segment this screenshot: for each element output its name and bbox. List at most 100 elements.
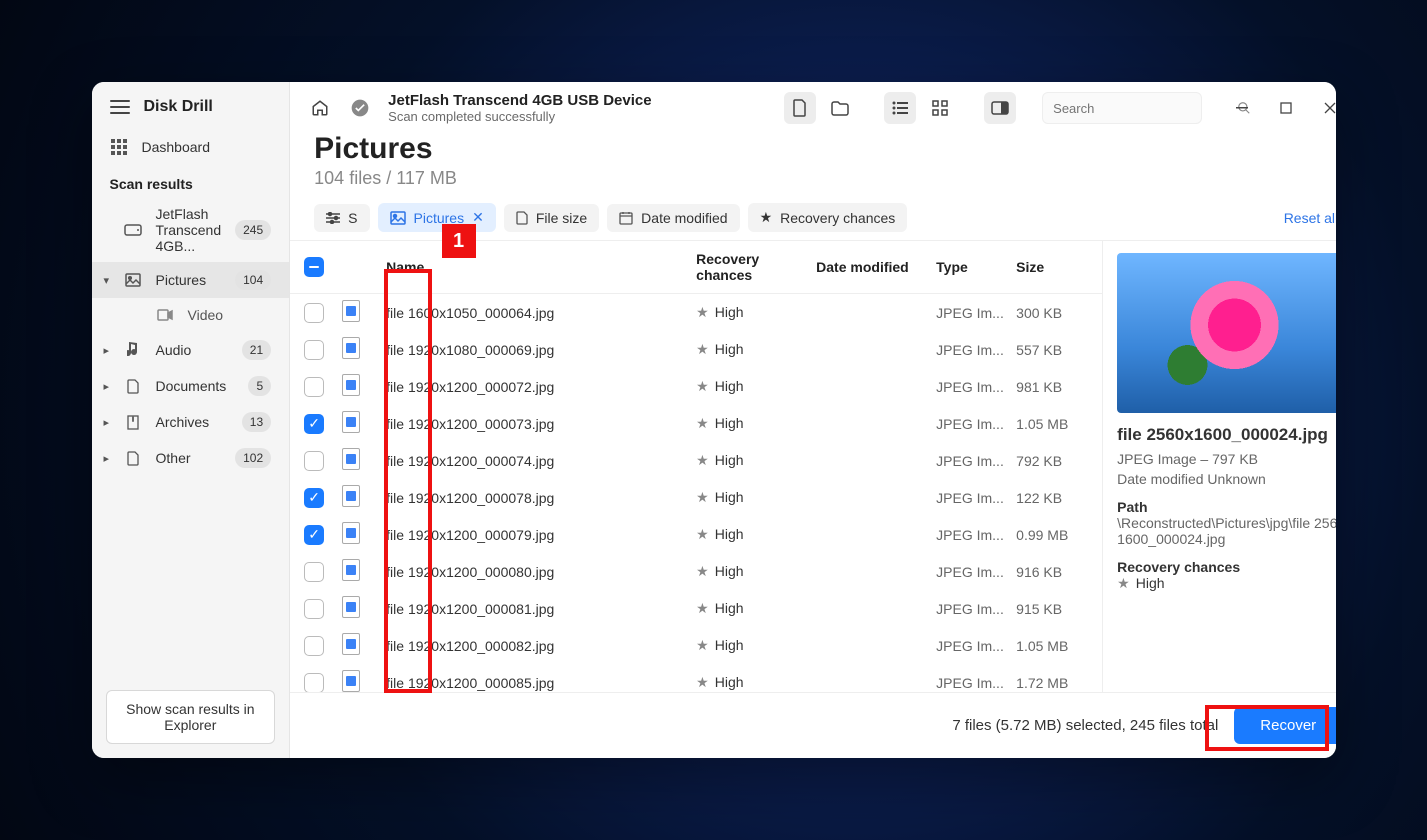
search-box[interactable]: [1042, 92, 1202, 124]
reset-all-link[interactable]: Reset all: [1284, 210, 1336, 226]
row-checkbox[interactable]: [304, 562, 324, 582]
cell-recovery: ★High: [692, 600, 812, 617]
table-row[interactable]: file 1920x1200_000081.jpg★HighJPEG Im...…: [290, 590, 1102, 627]
table-row[interactable]: file 1920x1200_000082.jpg★HighJPEG Im...…: [290, 627, 1102, 664]
select-all-checkbox[interactable]: [304, 257, 324, 277]
row-checkbox[interactable]: [304, 599, 324, 619]
window-close-button[interactable]: [1312, 92, 1335, 124]
filter-filesize-chip[interactable]: File size: [504, 204, 599, 232]
table-row[interactable]: file 1600x1050_000064.jpg★HighJPEG Im...…: [290, 294, 1102, 331]
status-ok-icon: [344, 92, 376, 124]
sidebar-item-archives[interactable]: ▸Archives13: [92, 404, 290, 440]
filter-search-chip[interactable]: S: [314, 204, 369, 232]
row-checkbox[interactable]: [304, 303, 324, 323]
annotation-label-1: 1: [442, 224, 476, 258]
filter-recovery-chip[interactable]: ★ Recovery chances: [748, 203, 908, 232]
sidebar-item-device[interactable]: JetFlash Transcend 4GB... 245: [92, 198, 290, 262]
table-row[interactable]: file 1920x1200_000085.jpg★HighJPEG Im...…: [290, 664, 1102, 692]
preview-filename: file 2560x1600_000024.jpg: [1117, 425, 1335, 445]
col-type[interactable]: Type: [932, 259, 1012, 275]
recover-button[interactable]: Recover: [1234, 707, 1335, 744]
file-type-icon: [342, 374, 360, 396]
count-badge: 13: [242, 412, 271, 432]
page-subtitle: 104 files / 117 MB: [314, 168, 1335, 189]
hamburger-icon[interactable]: [110, 100, 130, 114]
table-row[interactable]: file 1920x1080_000069.jpg★HighJPEG Im...…: [290, 331, 1102, 368]
cell-name: file 1920x1200_000073.jpg: [382, 416, 692, 432]
drive-icon: [124, 221, 142, 239]
cell-size: 792 KB: [1012, 453, 1102, 469]
sidebar-item-dashboard[interactable]: Dashboard: [92, 126, 290, 168]
sidebar: Disk Drill Dashboard Scan results JetFla…: [92, 82, 291, 758]
cell-name: file 1920x1200_000082.jpg: [382, 638, 692, 654]
cell-recovery: ★High: [692, 563, 812, 580]
filter-date-chip[interactable]: Date modified: [607, 204, 739, 232]
window-maximize-button[interactable]: [1268, 92, 1304, 124]
row-checkbox[interactable]: ✓: [304, 525, 324, 545]
file-type-icon: [342, 337, 360, 359]
table-row[interactable]: ✓file 1920x1200_000078.jpg★HighJPEG Im..…: [290, 479, 1102, 516]
filter-pictures-chip[interactable]: Pictures ✕: [378, 203, 496, 232]
main-panel: JetFlash Transcend 4GB USB Device Scan c…: [290, 82, 1335, 758]
table-row[interactable]: ✓file 1920x1200_000079.jpg★HighJPEG Im..…: [290, 516, 1102, 553]
row-checkbox[interactable]: ✓: [304, 414, 324, 434]
cell-size: 1.05 MB: [1012, 416, 1102, 432]
file-type-icon: [342, 448, 360, 470]
sidebar-item-pictures[interactable]: ▾Pictures104: [92, 262, 290, 298]
search-input[interactable]: [1051, 100, 1231, 117]
cell-recovery: ★High: [692, 526, 812, 543]
chip-label: Recovery chances: [780, 210, 895, 226]
table-row[interactable]: ✓file 1920x1200_000073.jpg★HighJPEG Im..…: [290, 405, 1102, 442]
view-folder-icon[interactable]: [824, 92, 856, 124]
sidebar-item-label: Other: [156, 450, 191, 466]
cell-size: 0.99 MB: [1012, 527, 1102, 543]
file-icon: [516, 211, 528, 225]
sidebar-item-label: Audio: [156, 342, 192, 358]
topbar: JetFlash Transcend 4GB USB Device Scan c…: [290, 82, 1335, 124]
table-row[interactable]: file 1920x1200_000080.jpg★HighJPEG Im...…: [290, 553, 1102, 590]
col-size[interactable]: Size: [1012, 259, 1102, 275]
view-list-icon[interactable]: [884, 92, 916, 124]
table-row[interactable]: file 1920x1200_000074.jpg★HighJPEG Im...…: [290, 442, 1102, 479]
sidebar-item-documents[interactable]: ▸Documents5: [92, 368, 290, 404]
chevron-right-icon: ▸: [104, 416, 110, 429]
row-checkbox[interactable]: [304, 377, 324, 397]
row-checkbox[interactable]: [304, 340, 324, 360]
view-file-icon[interactable]: [784, 92, 816, 124]
documents-icon: [124, 377, 142, 395]
row-checkbox[interactable]: [304, 673, 324, 693]
device-title: JetFlash Transcend 4GB USB Device: [388, 92, 651, 109]
window-minimize-button[interactable]: [1224, 92, 1260, 124]
file-type-icon: [342, 485, 360, 507]
sidebar-item-audio[interactable]: ▸Audio21: [92, 332, 290, 368]
col-name[interactable]: Name: [382, 259, 692, 275]
cell-type: JPEG Im...: [932, 379, 1012, 395]
preview-date: Date modified Unknown: [1117, 471, 1335, 487]
home-icon[interactable]: [304, 92, 336, 124]
count-badge: 21: [242, 340, 271, 360]
file-type-icon: [342, 300, 360, 322]
chip-label: S: [348, 210, 357, 226]
cell-size: 1.05 MB: [1012, 638, 1102, 654]
cell-name: file 1920x1200_000081.jpg: [382, 601, 692, 617]
toggle-preview-icon[interactable]: [984, 92, 1016, 124]
row-checkbox[interactable]: ✓: [304, 488, 324, 508]
col-recovery[interactable]: Recovery chances: [692, 251, 812, 283]
show-in-explorer-button[interactable]: Show scan results in Explorer: [106, 690, 276, 744]
view-grid-icon[interactable]: [924, 92, 956, 124]
sidebar-item-other[interactable]: ▸Other102: [92, 440, 290, 476]
sidebar-item-label: Documents: [156, 378, 227, 394]
count-badge: 245: [235, 220, 271, 240]
sidebar-item-video[interactable]: Video: [92, 298, 290, 332]
file-type-icon: [342, 633, 360, 655]
row-checkbox[interactable]: [304, 636, 324, 656]
col-date[interactable]: Date modified: [812, 259, 932, 275]
chevron-right-icon: ▸: [104, 452, 110, 465]
file-type-icon: [342, 559, 360, 581]
page-title: Pictures: [314, 132, 1335, 166]
row-checkbox[interactable]: [304, 451, 324, 471]
cell-type: JPEG Im...: [932, 416, 1012, 432]
cell-recovery: ★High: [692, 304, 812, 321]
sidebar-item-label: JetFlash Transcend 4GB...: [156, 206, 222, 254]
table-row[interactable]: file 1920x1200_000072.jpg★HighJPEG Im...…: [290, 368, 1102, 405]
